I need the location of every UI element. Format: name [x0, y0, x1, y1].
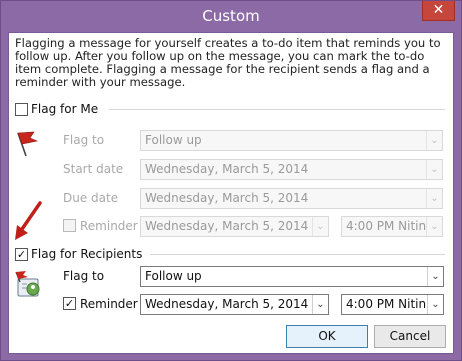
flag-to-label: Flag to: [63, 133, 105, 147]
start-date-label: Start date: [63, 162, 124, 176]
chevron-down-icon: ⌄: [427, 295, 443, 314]
flag-for-recipients-label: Flag for Recipients: [31, 247, 143, 261]
recipient-flag-to-label: Flag to: [63, 269, 105, 283]
window-title: Custom: [202, 7, 260, 25]
dialog-body: Flagging a message for yourself creates …: [8, 32, 454, 354]
chevron-down-icon: ⌄: [426, 160, 442, 179]
flag-for-me-checkbox[interactable]: [15, 102, 28, 116]
recipient-reminder-time-picker[interactable]: 4:00 PM Nitin ⌄: [341, 294, 444, 315]
red-flag-icon: [17, 131, 39, 157]
red-arrow-icon: [15, 201, 42, 240]
chevron-down-icon: ⌄: [312, 217, 328, 236]
flag-for-recipients-section: ✓ Flag for Recipients: [15, 246, 142, 262]
recipient-reminder-date-value: Wednesday, March 5, 2014: [145, 297, 309, 311]
due-date-picker[interactable]: Wednesday, March 5, 2014 ⌄: [140, 188, 443, 209]
recipient-reminder-time-value: 4:00 PM Nitin: [346, 297, 427, 311]
flag-to-value: Follow up: [145, 133, 202, 147]
recipient-flag-to-select[interactable]: Follow up ⌄: [140, 266, 444, 287]
me-reminder-date-picker[interactable]: Wednesday, March 5, 2014 ⌄: [140, 216, 329, 237]
recipient-reminder-checkbox[interactable]: ✓: [63, 297, 76, 310]
me-reminder-time-value: 4:00 PM Nitin: [346, 219, 427, 233]
chevron-down-icon: ⌄: [426, 217, 442, 236]
due-date-value: Wednesday, March 5, 2014: [145, 191, 309, 205]
start-date-value: Wednesday, March 5, 2014: [145, 162, 309, 176]
recipient-reminder-date-picker[interactable]: Wednesday, March 5, 2014 ⌄: [140, 294, 329, 315]
me-reminder-date-value: Wednesday, March 5, 2014: [145, 219, 309, 233]
title-bar: Custom ✕: [1, 1, 461, 33]
start-date-picker[interactable]: Wednesday, March 5, 2014 ⌄: [140, 159, 443, 180]
divider: [150, 254, 445, 255]
custom-dialog: Custom ✕ Flagging a message for yourself…: [0, 0, 462, 361]
ok-button[interactable]: OK: [286, 325, 368, 348]
flag-to-select[interactable]: Follow up ⌄: [140, 130, 443, 151]
chevron-down-icon: ⌄: [312, 295, 328, 314]
chevron-down-icon: ⌄: [426, 131, 442, 150]
contact-card-flag-icon: [15, 271, 40, 297]
flag-for-me-label: Flag for Me: [31, 102, 99, 116]
due-date-label: Due date: [63, 191, 119, 205]
flag-for-recipients-checkbox[interactable]: ✓: [15, 247, 28, 261]
close-icon: ✕: [432, 2, 445, 18]
close-button[interactable]: ✕: [422, 1, 455, 21]
chevron-down-icon: ⌄: [427, 267, 443, 286]
cancel-button[interactable]: Cancel: [374, 325, 446, 348]
intro-text: Flagging a message for yourself creates …: [15, 36, 441, 89]
me-reminder-label: Reminder: [80, 219, 138, 233]
me-reminder-checkbox[interactable]: [63, 219, 76, 232]
recipient-reminder-label: Reminder: [80, 297, 138, 311]
divider: [109, 109, 445, 110]
me-reminder-time-picker[interactable]: 4:00 PM Nitin ⌄: [341, 216, 443, 237]
chevron-down-icon: ⌄: [426, 189, 442, 208]
flag-for-me-section: Flag for Me: [15, 101, 98, 117]
recipient-flag-to-value: Follow up: [145, 269, 202, 283]
